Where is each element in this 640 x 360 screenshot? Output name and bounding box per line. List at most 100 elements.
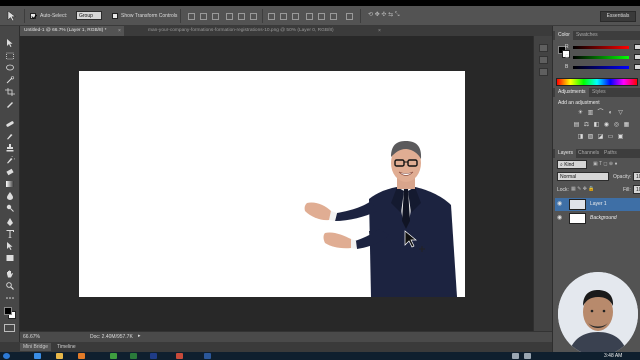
align-vcenter-icon[interactable] bbox=[200, 13, 207, 20]
visibility-eye-icon[interactable]: ◉ bbox=[557, 201, 564, 208]
fill-field[interactable]: 10 bbox=[633, 185, 640, 194]
quick-selection-tool-icon[interactable] bbox=[5, 76, 15, 84]
align-left-icon[interactable] bbox=[226, 13, 233, 20]
media-icon[interactable] bbox=[78, 353, 85, 359]
color-lookup-icon[interactable]: ▦ bbox=[623, 122, 630, 128]
healing-brush-tool-icon[interactable] bbox=[5, 120, 15, 128]
type-tool-icon[interactable] bbox=[5, 230, 15, 238]
auto-select-target-dropdown[interactable]: Group bbox=[76, 11, 102, 20]
word-icon[interactable] bbox=[204, 353, 211, 359]
ie-icon[interactable] bbox=[34, 353, 41, 359]
align-right-icon[interactable] bbox=[250, 13, 257, 20]
layer-row-background[interactable]: ◉ Background bbox=[555, 212, 640, 225]
tab-adjustments[interactable]: Adjustments bbox=[555, 88, 589, 97]
color-spectrum-ramp[interactable] bbox=[556, 78, 638, 86]
eyedropper-tool-icon[interactable] bbox=[5, 100, 15, 108]
document-tab-untitled[interactable]: Untitled-1 @ 66.7% (Layer 1, RGB/8) * bbox=[20, 26, 124, 36]
tray-volume-icon[interactable] bbox=[524, 353, 531, 359]
tab-timeline[interactable]: Timeline bbox=[54, 343, 79, 351]
marquee-tool-icon[interactable] bbox=[5, 52, 15, 60]
path-selection-tool-icon[interactable] bbox=[5, 242, 15, 250]
auto-select-checkbox[interactable] bbox=[30, 13, 36, 21]
hand-tool-icon[interactable] bbox=[5, 270, 15, 278]
start-icon[interactable] bbox=[3, 353, 10, 359]
gradient-map-icon[interactable]: ▭ bbox=[607, 134, 614, 140]
tab-channels[interactable]: Channels bbox=[575, 149, 602, 158]
hue-saturation-icon[interactable]: ▤ bbox=[573, 122, 580, 128]
folder-icon[interactable] bbox=[56, 353, 63, 359]
pen-tool-icon[interactable] bbox=[5, 218, 15, 226]
distribute-hcenter-icon[interactable] bbox=[318, 13, 325, 20]
tab-styles[interactable]: Styles bbox=[589, 88, 609, 97]
distribute-top-icon[interactable] bbox=[268, 13, 275, 20]
brush-panel-icon[interactable] bbox=[539, 68, 548, 76]
close-tab-icon[interactable]: × bbox=[378, 28, 381, 34]
tray-network-icon[interactable] bbox=[512, 353, 519, 359]
red-slider[interactable]: R bbox=[565, 44, 640, 50]
gradient-tool-icon[interactable] bbox=[5, 180, 15, 188]
distribute-right-icon[interactable] bbox=[330, 13, 337, 20]
paint-icon[interactable] bbox=[176, 353, 183, 359]
brightness-contrast-icon[interactable]: ☀ bbox=[577, 110, 584, 116]
document-canvas[interactable] bbox=[79, 71, 465, 297]
green-slider[interactable]: G bbox=[565, 54, 640, 60]
zoom-tool-icon[interactable] bbox=[5, 282, 15, 290]
brush-tool-icon[interactable] bbox=[5, 132, 15, 140]
distribute-vcenter-icon[interactable] bbox=[280, 13, 287, 20]
quick-mask-icon[interactable] bbox=[4, 324, 15, 332]
more-tools-icon[interactable] bbox=[5, 294, 15, 302]
tab-swatches[interactable]: Swatches bbox=[573, 31, 601, 40]
foreground-color-swatch[interactable] bbox=[4, 307, 12, 315]
distribute-bottom-icon[interactable] bbox=[292, 13, 299, 20]
layer-filter-dropdown[interactable]: ⌕ Kind bbox=[557, 160, 587, 169]
3d-mode-icons[interactable]: ⟲ ✥ ✣ ⇆ ⤡ bbox=[368, 11, 428, 21]
distribute-left-icon[interactable] bbox=[306, 13, 313, 20]
visibility-eye-icon[interactable]: ◉ bbox=[557, 215, 564, 222]
blend-mode-dropdown[interactable]: Normal bbox=[557, 172, 609, 181]
close-tab-icon[interactable]: × bbox=[118, 28, 121, 34]
status-menu-arrow-icon[interactable]: ▸ bbox=[138, 333, 141, 339]
invert-icon[interactable]: ◨ bbox=[577, 134, 584, 140]
dodge-tool-icon[interactable] bbox=[5, 204, 15, 212]
selective-color-icon[interactable]: ▣ bbox=[617, 134, 624, 140]
photo-filter-icon[interactable]: ◉ bbox=[603, 122, 610, 128]
crop-tool-icon[interactable] bbox=[5, 88, 15, 96]
threshold-icon[interactable]: ◪ bbox=[597, 134, 604, 140]
zoom-level[interactable]: 66.67% bbox=[23, 334, 40, 340]
rectangle-tool-icon[interactable] bbox=[5, 254, 15, 262]
tab-mini-bridge[interactable]: Mini Bridge bbox=[20, 343, 52, 351]
opacity-field[interactable]: 10 bbox=[633, 172, 640, 181]
tab-paths[interactable]: Paths bbox=[601, 149, 620, 158]
blur-tool-icon[interactable] bbox=[5, 192, 15, 200]
document-tab-man-image[interactable]: man-your-company-formations-formation-re… bbox=[144, 26, 384, 36]
blue-slider[interactable]: B bbox=[565, 64, 640, 70]
foreground-background-swatch[interactable] bbox=[3, 306, 17, 320]
levels-icon[interactable]: ▥ bbox=[587, 110, 594, 116]
lasso-tool-icon[interactable] bbox=[5, 64, 15, 72]
color-balance-icon[interactable]: ⚖ bbox=[583, 122, 590, 128]
history-brush-tool-icon[interactable] bbox=[5, 156, 15, 164]
layer-row-layer-1[interactable]: ◉ Layer 1 bbox=[555, 198, 640, 211]
move-tool-icon[interactable] bbox=[6, 10, 18, 22]
posterize-icon[interactable]: ▨ bbox=[587, 134, 594, 140]
align-bottom-icon[interactable] bbox=[212, 13, 219, 20]
layer-filter-icons[interactable]: ▣ T ◻ ⊕ ● bbox=[593, 161, 639, 168]
auto-align-icon[interactable] bbox=[346, 13, 353, 20]
vibrance-icon[interactable]: ▽ bbox=[617, 110, 624, 116]
lock-icons[interactable]: ▦ ✎ ✥ 🔒 bbox=[571, 186, 607, 193]
history-panel-icon[interactable] bbox=[539, 44, 548, 52]
taskbar-clock[interactable]: 3:48 AM bbox=[604, 353, 622, 359]
move-tool-icon[interactable] bbox=[5, 39, 15, 47]
photoshop-icon[interactable] bbox=[150, 353, 157, 359]
channel-mixer-icon[interactable]: ◎ bbox=[613, 122, 620, 128]
properties-panel-icon[interactable] bbox=[539, 56, 548, 64]
tab-layers[interactable]: Layers bbox=[555, 149, 577, 158]
exposure-icon[interactable]: ◐ bbox=[607, 110, 614, 116]
clone-stamp-tool-icon[interactable] bbox=[5, 144, 15, 152]
curves-icon[interactable]: ⌒ bbox=[597, 110, 604, 116]
show-transform-checkbox[interactable] bbox=[112, 13, 118, 21]
align-top-icon[interactable] bbox=[188, 13, 195, 20]
align-hcenter-icon[interactable] bbox=[238, 13, 245, 20]
chrome-icon[interactable] bbox=[110, 353, 117, 359]
eraser-tool-icon[interactable] bbox=[5, 168, 15, 176]
